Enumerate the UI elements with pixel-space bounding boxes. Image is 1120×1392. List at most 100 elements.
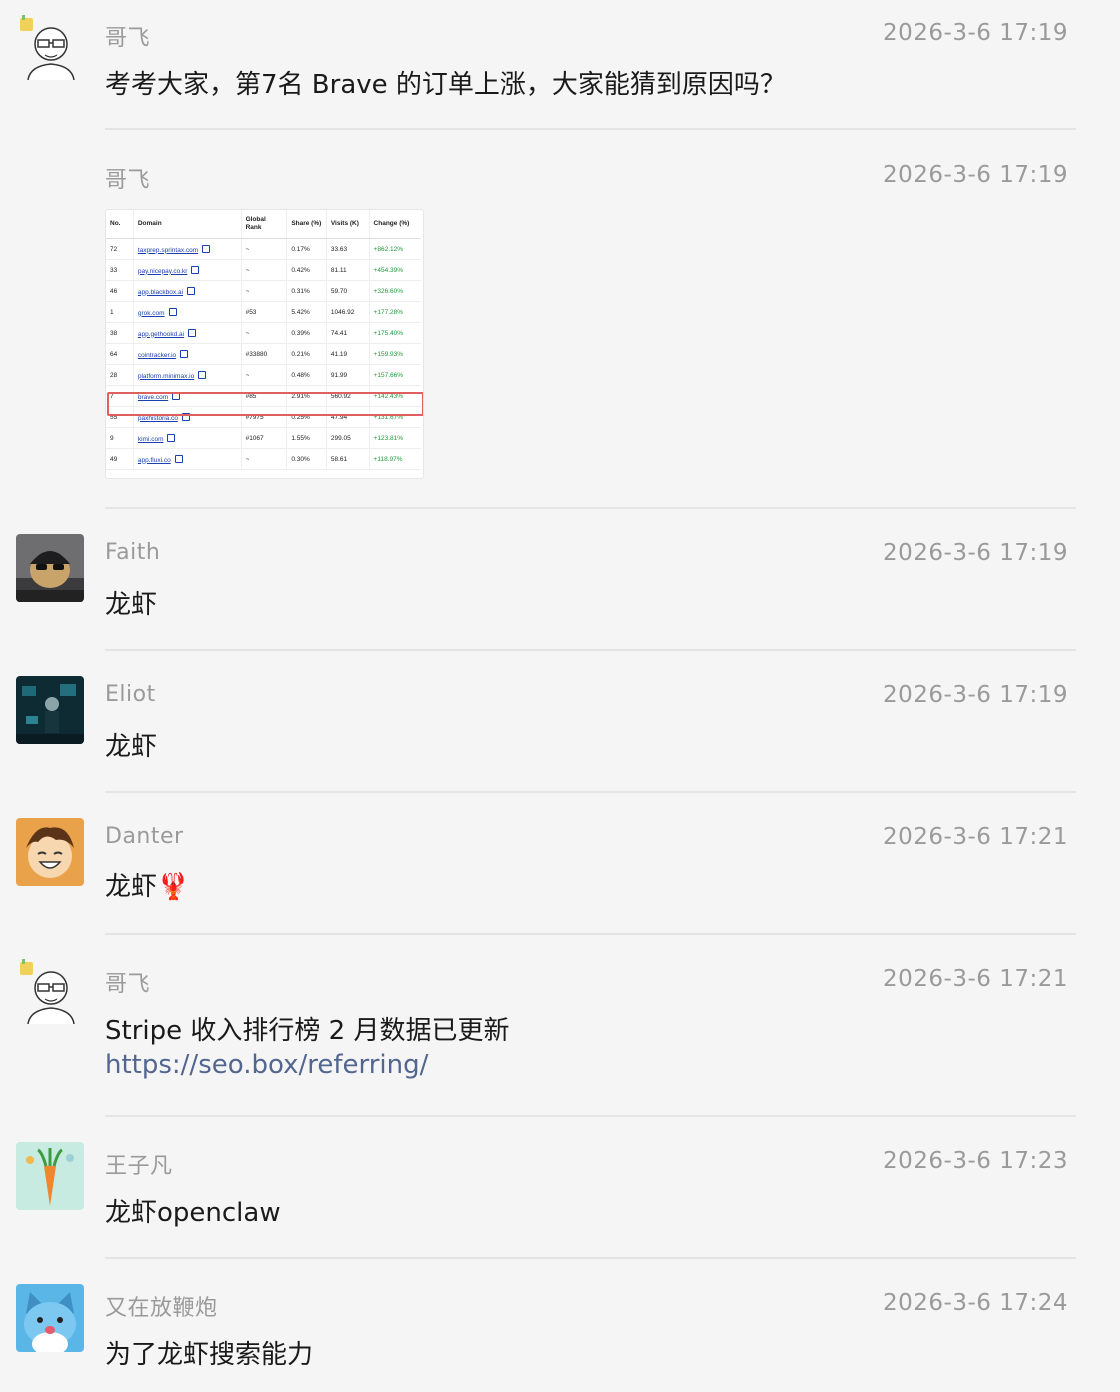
table-row: 72 taxprep.sprintax.com ~0.17% 33.63 +862.12… <box>106 238 421 260</box>
message-text: 为了龙虾搜索能力 <box>105 1340 314 1370</box>
table-header-cell: No. <box>106 210 134 239</box>
domain-link[interactable]: taxprep.sprintax.com <box>133 238 242 260</box>
domain-link[interactable]: pay.nicepay.co.kr <box>133 259 242 281</box>
sender-name[interactable]: Faith <box>105 540 160 565</box>
domain-link[interactable]: app.gethookd.ai <box>133 322 242 344</box>
table-cell: ~ <box>241 259 288 281</box>
table-cell: 0.31% <box>286 280 327 302</box>
external-link-icon[interactable] <box>174 454 183 463</box>
change-cell: +159.93% <box>369 343 421 365</box>
domain-link[interactable]: grok.com <box>133 301 242 323</box>
change-cell: +142.43% <box>369 385 421 407</box>
domain-link[interactable]: app.blackbox.ai <box>133 280 242 302</box>
domain-link[interactable]: cointracker.io <box>133 343 242 365</box>
table-cell: 0.17% <box>286 238 327 260</box>
external-link-icon[interactable] <box>188 328 197 337</box>
message-divider <box>105 507 1076 509</box>
message-time: 2026-3-6 17:24 <box>883 1290 1068 1316</box>
table-row: 9 kimi.com #1067 1.55% 299.05 +123.81% <box>106 427 421 449</box>
table-cell: 0.39% <box>286 322 327 344</box>
table-row: 55 paxhistoria.co #7975 0.25% 47.94 +131.67% <box>106 406 421 428</box>
table-cell: #7975 <box>241 406 288 428</box>
avatar[interactable] <box>16 534 84 602</box>
table-cell: 38 <box>106 322 134 344</box>
message-text: 龙虾 <box>105 590 158 620</box>
change-cell: +123.81% <box>369 427 421 449</box>
external-link-icon[interactable] <box>202 244 211 253</box>
domain-link[interactable]: platform.minimax.io <box>133 364 242 386</box>
table-cell: 64 <box>106 343 134 365</box>
table-cell: 91.99 <box>326 364 370 386</box>
table-cell: 7 <box>106 385 134 407</box>
domain-link[interactable]: brave.com <box>133 385 242 407</box>
change-cell: +862.12% <box>369 238 421 260</box>
change-cell: +326.60% <box>369 280 421 302</box>
table-cell: 1.55% <box>286 427 327 449</box>
message-divider <box>105 1115 1076 1117</box>
sender-name[interactable]: Eliot <box>105 682 156 707</box>
avatar[interactable] <box>16 676 84 744</box>
table-cell: 47.94 <box>326 406 370 428</box>
avatar[interactable] <box>16 1284 84 1352</box>
table-cell: ~ <box>241 238 288 260</box>
avatar-wangzifan-icon <box>16 1142 84 1210</box>
domain-link[interactable]: app.fluxi.co <box>133 448 242 470</box>
external-link-icon[interactable] <box>191 265 200 274</box>
table-cell: 81.11 <box>326 259 370 281</box>
table-row: 7 brave.com #85 2.91% 560.92 +142.43% <box>106 385 421 407</box>
avatar-eliot-icon <box>16 676 84 744</box>
avatar-gefei-icon <box>16 958 84 1026</box>
table-cell: 2.91% <box>286 385 327 407</box>
avatar[interactable] <box>16 14 84 82</box>
sender-name[interactable]: Danter <box>105 824 184 849</box>
table-cell: ~ <box>241 364 288 386</box>
table-row: 46 app.blackbox.ai ~0.31% 59.70 +326.60% <box>106 280 421 302</box>
table-cell: 46 <box>106 280 134 302</box>
external-link-icon[interactable] <box>167 433 176 442</box>
change-cell: +454.39% <box>369 259 421 281</box>
message-divider <box>105 128 1076 130</box>
table-cell: 74.41 <box>326 322 370 344</box>
image-attachment[interactable]: No. Domain Global Rank Share (%) Visits (K) C… <box>105 209 424 479</box>
avatar-danter-icon <box>16 818 84 886</box>
table-cell: 33 <box>106 259 134 281</box>
table-cell: #85 <box>241 385 288 407</box>
table-header-cell: Domain <box>133 210 242 239</box>
sender-name[interactable]: 王子凡 <box>105 1148 173 1180</box>
message-text: 龙虾🦞 <box>105 872 190 902</box>
message-time: 2026-3-6 17:19 <box>883 682 1068 708</box>
sender-name[interactable]: 哥飞 <box>105 20 150 52</box>
message-text: 龙虾 <box>105 732 158 762</box>
sender-name[interactable]: 哥飞 <box>105 966 150 998</box>
table-row: 64 cointracker.io #33880 0.21% 41.19 +159.93% <box>106 343 421 365</box>
message-link[interactable]: https://seo.box/referring/ <box>105 1050 428 1080</box>
external-link-icon[interactable] <box>172 391 181 400</box>
sender-name[interactable]: 哥飞 <box>105 162 150 194</box>
table-cell: 1046.92 <box>326 301 370 323</box>
table-cell: #33880 <box>241 343 288 365</box>
table-row: 33 pay.nicepay.co.kr ~0.42% 81.11 +454.39% <box>106 259 421 281</box>
avatar-gefei-icon <box>16 14 84 82</box>
avatar[interactable] <box>16 1142 84 1210</box>
external-link-icon[interactable] <box>187 286 196 295</box>
message-time: 2026-3-6 17:23 <box>883 1148 1068 1174</box>
change-cell: +175.40% <box>369 322 421 344</box>
external-link-icon[interactable] <box>168 307 177 316</box>
domain-link[interactable]: kimi.com <box>133 427 242 449</box>
table-cell: 72 <box>106 238 134 260</box>
external-link-icon[interactable] <box>180 349 189 358</box>
table-cell: 0.30% <box>286 448 327 470</box>
table-cell: 59.70 <box>326 280 370 302</box>
table-header-cell: Global Rank <box>241 210 288 239</box>
table-row: 49 app.fluxi.co ~0.30% 58.61 +118.97% <box>106 448 421 470</box>
avatar[interactable] <box>16 958 84 1026</box>
table-cell: 0.42% <box>286 259 327 281</box>
external-link-icon[interactable] <box>198 370 207 379</box>
change-cell: +157.66% <box>369 364 421 386</box>
table-cell: 41.19 <box>326 343 370 365</box>
sender-name[interactable]: 又在放鞭炮 <box>105 1290 218 1322</box>
domain-link[interactable]: paxhistoria.co <box>133 406 242 428</box>
table-cell: 55 <box>106 406 134 428</box>
avatar[interactable] <box>16 818 84 886</box>
external-link-icon[interactable] <box>181 412 190 421</box>
